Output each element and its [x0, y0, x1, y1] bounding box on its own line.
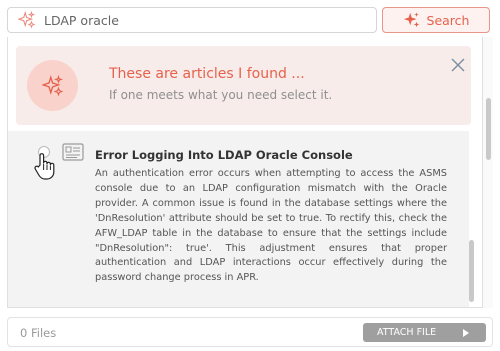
- search-button-label: Search: [426, 12, 470, 28]
- sparkle-icon: [18, 11, 36, 29]
- article-body: An authentication error occurs when atte…: [95, 168, 447, 284]
- sparkle-icon: [403, 12, 419, 28]
- sparkle-icon: [41, 74, 63, 96]
- results-banner: These are articles I found ... If one me…: [16, 46, 471, 125]
- play-icon: [463, 329, 469, 337]
- close-icon[interactable]: [450, 57, 466, 73]
- article-scrollbar[interactable]: [469, 240, 474, 302]
- document-icon: [62, 143, 84, 161]
- attachments-bar: 0 Files ATTACH FILE: [7, 317, 493, 347]
- banner-avatar: [27, 60, 78, 111]
- search-input[interactable]: LDAP oracle: [7, 7, 377, 33]
- article-title: Error Logging Into LDAP Oracle Console: [95, 148, 353, 162]
- banner-title: These are articles I found ...: [109, 66, 305, 82]
- panel-scrollbar-track[interactable]: [483, 37, 493, 308]
- hand-cursor-icon: [34, 153, 55, 180]
- results-panel: These are articles I found ... If one me…: [7, 37, 483, 308]
- attach-file-button[interactable]: ATTACH FILE: [363, 323, 486, 342]
- banner-subtitle: If one meets what you need select it.: [109, 88, 333, 102]
- panel-scrollbar[interactable]: [486, 98, 491, 160]
- search-input-value: LDAP oracle: [44, 12, 119, 28]
- files-count: 0 Files: [20, 326, 57, 340]
- attach-file-label: ATTACH FILE: [377, 327, 437, 338]
- search-button[interactable]: Search: [382, 7, 490, 33]
- article-item[interactable]: Error Logging Into LDAP Oracle Console A…: [8, 131, 469, 307]
